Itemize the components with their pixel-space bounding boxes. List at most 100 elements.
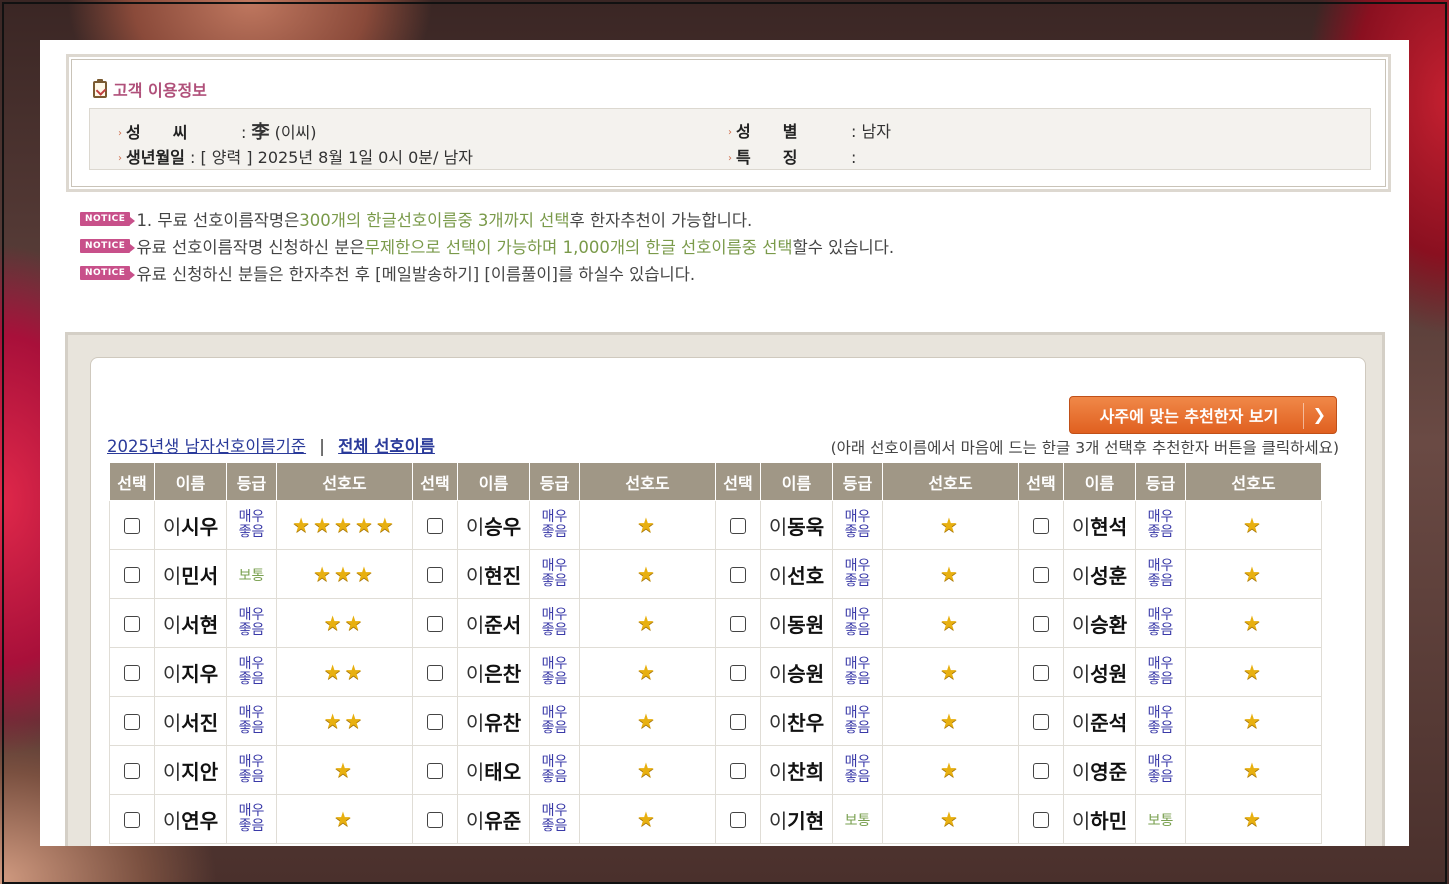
table-row: 이서진 매우좋음 ★★ 이유찬 매우좋음 ★ 이찬우 매우좋음 ★ 이준석 매우좋음 ★	[109, 696, 1322, 746]
surname-text: 이	[162, 759, 182, 784]
name-select-checkbox[interactable]	[730, 616, 746, 632]
given-name-text: 은찬	[484, 661, 522, 686]
surname-text: 이	[1071, 661, 1091, 686]
name-select-checkbox[interactable]	[124, 518, 140, 534]
name-select-checkbox[interactable]	[730, 665, 746, 681]
surname-text: 이	[1071, 612, 1091, 637]
name-select-checkbox[interactable]	[427, 763, 443, 779]
surname-text: 이	[465, 661, 485, 686]
name-select-checkbox[interactable]	[1033, 518, 1049, 534]
name-select-checkbox[interactable]	[1033, 812, 1049, 828]
preference-stars-icon: ★	[637, 709, 658, 733]
name-select-checkbox[interactable]	[1033, 763, 1049, 779]
preference-stars-icon: ★	[940, 611, 961, 635]
name-cell: 이준석	[1072, 711, 1127, 735]
grade-badge: 매우좋음	[541, 558, 568, 589]
given-name-text: 준석	[1090, 710, 1128, 735]
name-select-checkbox[interactable]	[730, 812, 746, 828]
surname-text: 이	[768, 808, 788, 833]
preference-stars-icon: ★	[1243, 611, 1264, 635]
birth-row: › 생년월일 : [ 양력 ] 2025년 8월 1일 0시 0분/ 남자	[118, 148, 473, 167]
filter-links: 2025년생 남자선호이름기준 | 전체 선호이름	[107, 437, 435, 456]
name-cell: 이승환	[1072, 613, 1127, 637]
header-grade: 등급	[1135, 462, 1186, 501]
recommend-hanja-button[interactable]: 사주에 맞는 추천한자 보기 ❯	[1069, 396, 1337, 434]
name-select-checkbox[interactable]	[1033, 616, 1049, 632]
surname-text: 이	[768, 514, 788, 539]
name-select-checkbox[interactable]	[427, 665, 443, 681]
name-select-checkbox[interactable]	[427, 714, 443, 730]
name-select-checkbox[interactable]	[427, 616, 443, 632]
grade-badge: 매우좋음	[541, 509, 568, 540]
name-select-checkbox[interactable]	[730, 763, 746, 779]
surname-text: 이	[768, 563, 788, 588]
arrow-icon: ›	[118, 153, 122, 164]
name-cell: 이연우	[163, 809, 218, 833]
name-select-checkbox[interactable]	[124, 812, 140, 828]
customer-info-grid: › 성 씨: 李 (이씨) › 생년월일 : [ 양력 ] 2025년 8월 1일 …	[89, 108, 1371, 170]
grade-badge: 매우좋음	[238, 656, 265, 687]
preference-stars-icon: ★	[1243, 660, 1264, 684]
notice-badge: NOTICE	[80, 212, 136, 226]
name-cell: 이승우	[466, 515, 521, 539]
given-name-text: 유준	[484, 808, 522, 833]
surname-text: 이	[465, 514, 485, 539]
table-row: 이지우 매우좋음 ★★ 이은찬 매우좋음 ★ 이승원 매우좋음 ★ 이성원 매우좋음 ★	[109, 647, 1322, 697]
preference-stars-icon: ★★★	[313, 562, 376, 586]
table-header-row: 선택 이름 등급 선호도 선택 이름 등급 선호도 선택 이름 등급 선호도 선…	[109, 462, 1322, 501]
name-cell: 이은찬	[466, 662, 521, 686]
given-name-text: 승우	[484, 514, 522, 539]
given-name-text: 태오	[484, 759, 522, 784]
name-cell: 이서현	[163, 613, 218, 637]
grade-badge: 매우좋음	[1147, 509, 1174, 540]
clipboard-icon	[93, 78, 107, 98]
surname-text: 이	[162, 514, 182, 539]
surname-text: 이	[1071, 759, 1091, 784]
header-name: 이름	[1063, 462, 1136, 501]
grade-badge: 매우좋음	[844, 558, 871, 589]
grade-badge: 매우좋음	[541, 656, 568, 687]
name-select-checkbox[interactable]	[124, 567, 140, 583]
preference-stars-icon: ★	[1243, 758, 1264, 782]
grade-badge: 매우좋음	[238, 803, 265, 834]
name-cell: 이선호	[769, 564, 824, 588]
name-select-checkbox[interactable]	[124, 714, 140, 730]
surname-text: 이	[1071, 563, 1091, 588]
header-name: 이름	[154, 462, 227, 501]
name-select-checkbox[interactable]	[730, 518, 746, 534]
name-select-checkbox[interactable]	[427, 518, 443, 534]
preference-stars-icon: ★	[334, 758, 355, 782]
grade-badge: 매우좋음	[238, 509, 265, 540]
name-cell: 이영준	[1072, 760, 1127, 784]
surname-text: 이	[465, 710, 485, 735]
given-name-text: 현석	[1090, 514, 1128, 539]
surname-row: › 성 씨: 李 (이씨)	[118, 122, 317, 143]
name-select-checkbox[interactable]	[427, 812, 443, 828]
name-select-checkbox[interactable]	[730, 567, 746, 583]
preference-stars-icon: ★★★★★	[292, 513, 397, 537]
name-select-checkbox[interactable]	[124, 763, 140, 779]
name-select-checkbox[interactable]	[730, 714, 746, 730]
name-select-checkbox[interactable]	[124, 616, 140, 632]
name-cell: 이서진	[163, 711, 218, 735]
grade-badge: 매우좋음	[238, 607, 265, 638]
filter-all-link[interactable]: 전체 선호이름	[338, 437, 435, 456]
name-cell: 이시우	[163, 515, 218, 539]
given-name-text: 현진	[484, 563, 522, 588]
preference-stars-icon: ★	[1243, 807, 1264, 831]
name-table: 선택 이름 등급 선호도 선택 이름 등급 선호도 선택 이름 등급 선호도 선…	[109, 462, 1322, 844]
name-select-checkbox[interactable]	[1033, 665, 1049, 681]
header-select: 선택	[109, 462, 155, 501]
notice-3: NOTICE 유료 신청하신 분들은 한자추천 후 [메일발송하기] [이름풀이…	[80, 261, 695, 285]
name-select-checkbox[interactable]	[427, 567, 443, 583]
grade-badge: 매우좋음	[541, 607, 568, 638]
name-select-checkbox[interactable]	[124, 665, 140, 681]
filter-2025-male-link[interactable]: 2025년생 남자선호이름기준	[107, 437, 306, 456]
preference-stars-icon: ★	[940, 562, 961, 586]
name-select-checkbox[interactable]	[1033, 714, 1049, 730]
table-row: 이민서 보통 ★★★ 이현진 매우좋음 ★ 이선호 매우좋음 ★ 이성훈 매우좋음 ★	[109, 549, 1322, 599]
name-list-section: 사주에 맞는 추천한자 보기 ❯ 2025년생 남자선호이름기준 | 전체 선호…	[65, 332, 1385, 846]
grade-badge: 매우좋음	[238, 754, 265, 785]
given-name-text: 하민	[1090, 808, 1128, 833]
name-select-checkbox[interactable]	[1033, 567, 1049, 583]
